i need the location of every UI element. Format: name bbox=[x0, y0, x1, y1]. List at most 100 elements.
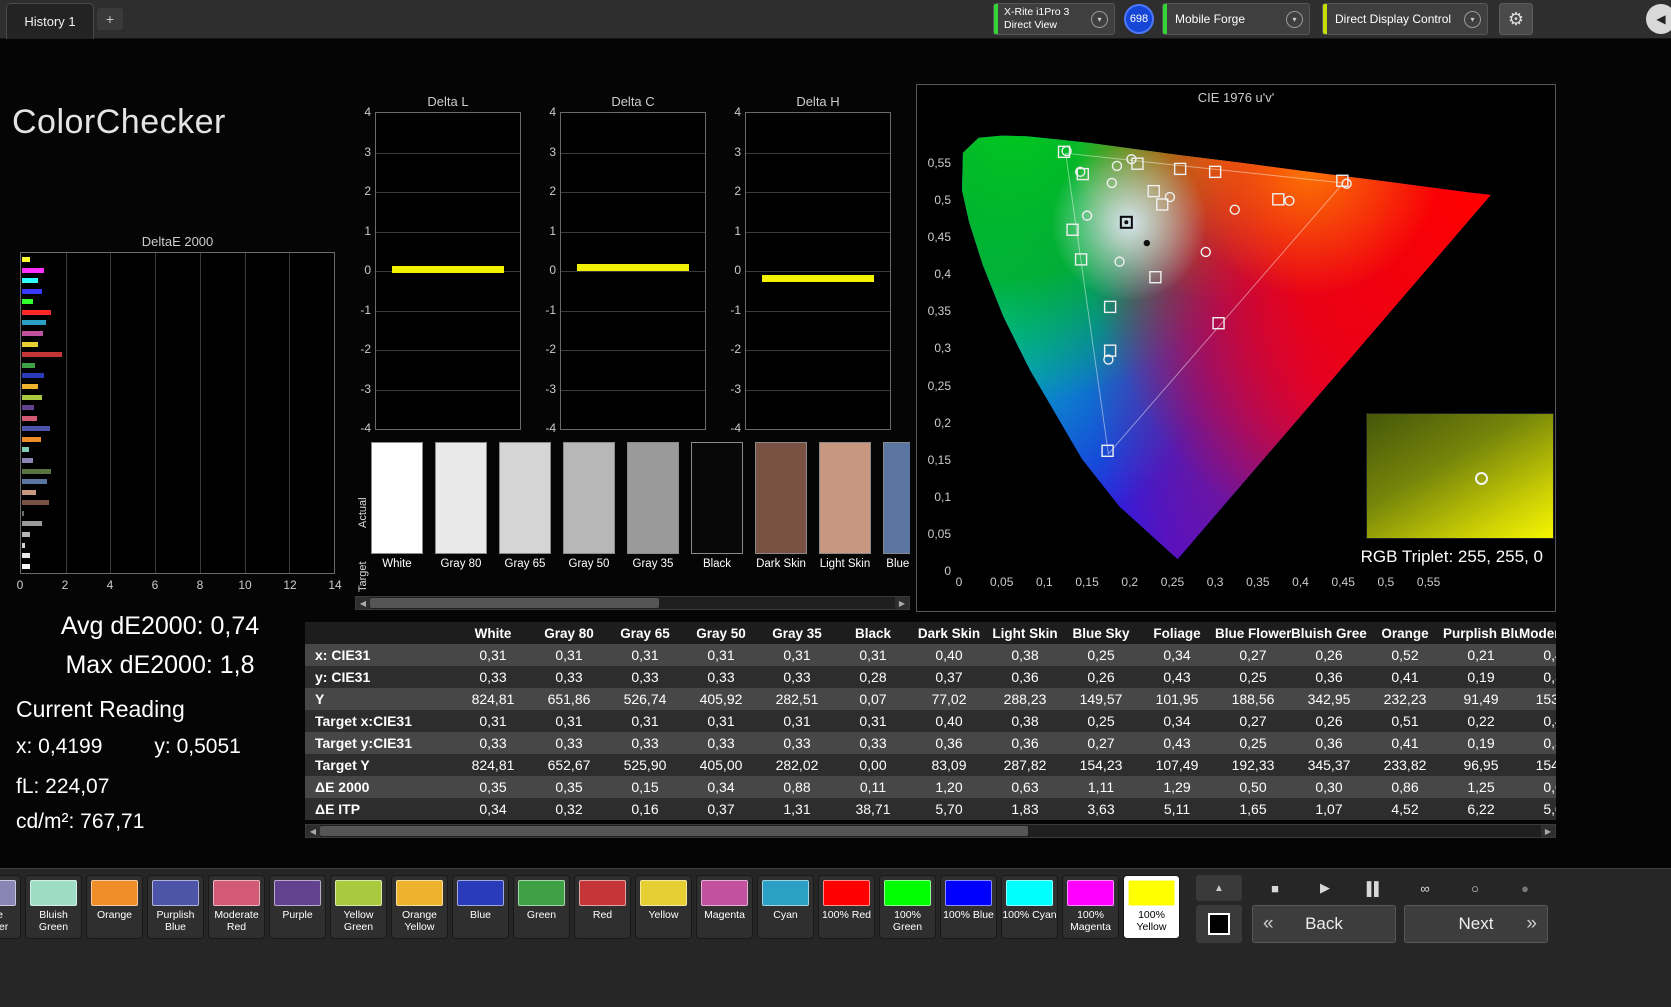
new-tab-button[interactable]: + bbox=[97, 8, 123, 30]
record-button[interactable]: ● bbox=[1502, 875, 1546, 901]
column-header: Foliage bbox=[1153, 625, 1201, 641]
scroll-left-icon[interactable]: ◀ bbox=[356, 597, 370, 609]
patch-button-blue[interactable]: Blue bbox=[452, 875, 509, 939]
delta-chart-title: Delta H bbox=[796, 94, 840, 109]
table-cell: 0,46 bbox=[1543, 713, 1556, 729]
gridline bbox=[746, 152, 890, 154]
pattern-window-button[interactable] bbox=[1196, 905, 1242, 943]
table-cell: 0,33 bbox=[783, 735, 811, 751]
single-button[interactable]: ○ bbox=[1452, 875, 1496, 901]
patch-color-icon bbox=[274, 880, 321, 906]
row-label: Target Y bbox=[315, 757, 370, 773]
deltae-bar-green bbox=[22, 362, 36, 368]
patch-button-bluish-green[interactable]: Bluish Green bbox=[25, 875, 82, 939]
scrollbar-thumb[interactable] bbox=[370, 598, 659, 608]
swatch-label: Gray 65 bbox=[504, 558, 546, 570]
table-cell: 0,52 bbox=[1391, 647, 1419, 663]
scrollbar-track[interactable] bbox=[320, 825, 1541, 837]
table-cell: 0,33 bbox=[479, 669, 507, 685]
patch-button-magenta[interactable]: Magenta bbox=[696, 875, 753, 939]
table-cell: 0,33 bbox=[479, 735, 507, 751]
tab-history-1[interactable]: History 1 bbox=[6, 3, 94, 39]
table-cell: 0,34 bbox=[1163, 647, 1191, 663]
patch-button-purple[interactable]: Purple bbox=[269, 875, 326, 939]
scrollbar-track[interactable] bbox=[370, 597, 895, 609]
table-cell: 96,95 bbox=[1463, 757, 1499, 773]
patch-button-yellow[interactable]: Yellow bbox=[635, 875, 692, 939]
patch-button-100-magenta[interactable]: 100% Magenta bbox=[1062, 875, 1119, 939]
scroll-right-icon[interactable]: ▶ bbox=[1541, 825, 1555, 837]
scrollbar-thumb[interactable] bbox=[320, 826, 1029, 836]
table-cell: 0,38 bbox=[1011, 647, 1039, 663]
table-cell: 0,40 bbox=[935, 713, 963, 729]
table-cell: 4,52 bbox=[1391, 801, 1419, 817]
next-button[interactable]: « Next » bbox=[1404, 905, 1548, 943]
target-row-label: Target bbox=[357, 561, 369, 592]
axis-tick-label: 8 bbox=[196, 578, 204, 592]
patch-button-purplish-blue[interactable]: Purplish Blue bbox=[147, 875, 204, 939]
table-row: ΔE ITP 0,34 0,32 0,16 0,37 1,31 38,71 5,70 1,83 3… bbox=[305, 798, 1556, 820]
stop-button[interactable]: ■ bbox=[1252, 875, 1296, 901]
table-cell: 5,03 bbox=[1543, 801, 1556, 817]
measurement-count-badge[interactable]: 698 bbox=[1124, 4, 1154, 34]
row-label: ΔE 2000 bbox=[315, 779, 370, 795]
swatch-color-chip bbox=[755, 442, 807, 554]
table-cell: 0,31 bbox=[859, 713, 887, 729]
column-header: Orange bbox=[1381, 625, 1429, 641]
table-cell: 0,32 bbox=[555, 801, 583, 817]
table-cell: 0,51 bbox=[1391, 713, 1419, 729]
patch-color-icon bbox=[335, 880, 382, 906]
axis-tick-label: 2 bbox=[734, 184, 741, 198]
deltae-bar-foliage bbox=[22, 468, 51, 474]
patch-button-orange-yellow[interactable]: Orange Yellow bbox=[391, 875, 448, 939]
patch-button-yellow-green[interactable]: Yellow Green bbox=[330, 875, 387, 939]
continuous-button[interactable]: ∞ bbox=[1402, 875, 1446, 901]
table-cell: 0,31 bbox=[859, 647, 887, 663]
axis-tick-label: 0,4 bbox=[934, 267, 951, 282]
patch-button-cyan[interactable]: Cyan bbox=[757, 875, 814, 939]
patch-button-orange[interactable]: Orange bbox=[86, 875, 143, 939]
patch-button-blue-flower[interactable]: Blue Flower bbox=[0, 875, 21, 939]
scroll-right-icon[interactable]: ▶ bbox=[895, 597, 909, 609]
patch-button-100-blue[interactable]: 100% Blue bbox=[940, 875, 997, 939]
display-control-dropdown[interactable]: Direct Display Control ▾ bbox=[1322, 3, 1488, 35]
collapse-panel-button[interactable]: ◀ bbox=[1646, 4, 1671, 34]
table-scrollbar[interactable]: ◀ ▶ bbox=[305, 824, 1556, 838]
patch-button-100-red[interactable]: 100% Red bbox=[818, 875, 875, 939]
delta-value-bar bbox=[392, 265, 504, 273]
patch-button-red[interactable]: Red bbox=[574, 875, 631, 939]
reference-dot-marker bbox=[1143, 239, 1151, 247]
swatch-gray-50: Gray 50 bbox=[563, 442, 615, 592]
meter-dropdown[interactable]: X-Rite i1Pro 3 Direct View ▾ bbox=[993, 3, 1115, 35]
scroll-left-icon[interactable]: ◀ bbox=[306, 825, 320, 837]
deltae-bar-purplish-blue bbox=[22, 426, 50, 432]
settings-gear-button[interactable]: ⚙ bbox=[1499, 3, 1533, 35]
swatch-strip-scrollbar[interactable]: ◀ ▶ bbox=[355, 596, 910, 610]
gridline bbox=[746, 310, 890, 312]
deltae-bar-100-magenta bbox=[22, 267, 45, 273]
table-cell: 3,63 bbox=[1087, 801, 1115, 817]
patch-button-label: Blue bbox=[469, 909, 491, 921]
play-button[interactable]: ▶ bbox=[1302, 875, 1346, 901]
table-row: Target y:CIE31 0,33 0,33 0,33 0,33 0,33 0,33 0,… bbox=[305, 732, 1556, 754]
table-cell: 0,34 bbox=[479, 801, 507, 817]
patch-button-100-yellow[interactable]: 100% Yellow bbox=[1123, 875, 1180, 939]
source-dropdown[interactable]: Mobile Forge ▾ bbox=[1162, 3, 1310, 35]
patch-button-moderate-red[interactable]: Moderate Red bbox=[208, 875, 265, 939]
deltae-bar-gray-50 bbox=[22, 532, 30, 538]
axis-tick-label: 0,3 bbox=[934, 341, 951, 356]
patch-button-100-cyan[interactable]: 100% Cyan bbox=[1001, 875, 1058, 939]
axis-tick-label: 0,3 bbox=[1206, 575, 1224, 589]
table-cell: 1,83 bbox=[1011, 801, 1039, 817]
patch-button-100-green[interactable]: 100% Green bbox=[879, 875, 936, 939]
rgb-triplet-label: RGB Triplet: 255, 255, 0 bbox=[1360, 547, 1543, 566]
table-cell: 0,40 bbox=[935, 647, 963, 663]
pause-button[interactable]: ▌▌ bbox=[1352, 875, 1396, 901]
axis-tick-label: -1 bbox=[730, 302, 741, 317]
patch-button-green[interactable]: Green bbox=[513, 875, 570, 939]
expand-patch-list-button[interactable]: ▲ bbox=[1196, 875, 1242, 901]
table-cell: 0,11 bbox=[859, 779, 887, 795]
back-button[interactable]: « Back » bbox=[1252, 905, 1396, 943]
deltae-bar-white bbox=[22, 563, 30, 569]
deltae-bar-magenta bbox=[22, 331, 44, 337]
